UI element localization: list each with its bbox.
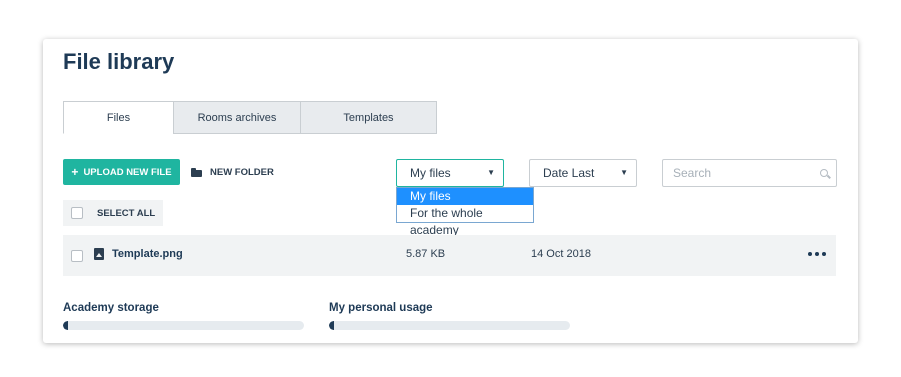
caret-down-icon: ▼ (487, 168, 495, 177)
tab-templates[interactable]: Templates (300, 101, 437, 134)
academy-storage-bar (63, 321, 304, 330)
file-row-checkbox[interactable] (71, 250, 83, 262)
file-date: 14 Oct 2018 (531, 248, 591, 260)
sort-value: Date Last (543, 166, 595, 180)
file-name[interactable]: Template.png (112, 248, 183, 260)
image-file-icon (94, 248, 104, 260)
academy-storage-fill (63, 321, 68, 330)
upload-button-label: UPLOAD NEW FILE (83, 166, 172, 178)
owner-filter-value: My files (410, 166, 451, 180)
personal-usage-bar (329, 321, 570, 330)
owner-filter-dropdown: My files For the whole academy (396, 187, 534, 237)
file-size: 5.87 KB (406, 248, 446, 260)
search-placeholder: Search (673, 166, 712, 180)
search-icon[interactable] (820, 169, 828, 177)
more-options-icon[interactable] (808, 249, 826, 259)
tab-rooms-archives[interactable]: Rooms archives (173, 101, 301, 134)
dropdown-option-whole-academy[interactable]: For the whole academy (397, 205, 533, 237)
file-row[interactable]: Template.png 5.87 KB 14 Oct 2018 (63, 235, 836, 276)
academy-storage-label: Academy storage (63, 302, 159, 314)
new-folder-button[interactable]: NEW FOLDER (191, 159, 274, 185)
select-all-label: SELECT ALL (97, 207, 156, 219)
tab-files[interactable]: Files (63, 101, 174, 134)
personal-usage-label: My personal usage (329, 302, 433, 314)
new-folder-label: NEW FOLDER (210, 166, 274, 178)
owner-filter-select[interactable]: My files ▼ (396, 159, 504, 187)
folder-icon (191, 167, 202, 177)
sort-select[interactable]: Date Last ▼ (529, 159, 637, 187)
file-library-card: File library Files Rooms archives Templa… (43, 39, 858, 343)
caret-down-icon: ▼ (620, 168, 628, 177)
plus-icon: + (71, 165, 79, 179)
upload-new-file-button[interactable]: + UPLOAD NEW FILE (63, 159, 180, 185)
page-title: File library (63, 49, 175, 74)
personal-usage-fill (329, 321, 334, 330)
select-all-button[interactable]: SELECT ALL (63, 200, 163, 226)
select-all-checkbox[interactable] (71, 207, 83, 219)
search-input[interactable]: Search (662, 159, 837, 187)
dropdown-option-my-files[interactable]: My files (397, 188, 533, 205)
